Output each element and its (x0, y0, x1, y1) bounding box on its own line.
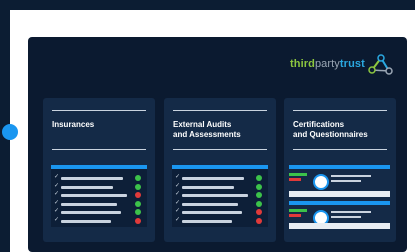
divider (293, 149, 387, 150)
status-ok-icon (256, 192, 262, 198)
row-text-placeholder (182, 185, 234, 189)
status-ok-icon (135, 183, 141, 190)
row-text-placeholder (61, 202, 117, 206)
card-title-certifications-line1: Certifications (293, 120, 345, 129)
check-icon: ✓ (54, 199, 60, 206)
card-title-audits-line1: External Audits (173, 120, 232, 129)
status-fail-icon (256, 217, 262, 224)
row-text-placeholder (182, 202, 238, 206)
checklist-row: ✓ (175, 199, 265, 208)
check-icon: ✓ (54, 191, 60, 197)
panel-header-bar (51, 165, 147, 169)
text-line (331, 175, 371, 177)
check-icon: ✓ (175, 191, 181, 197)
row-text-placeholder (61, 194, 127, 197)
check-icon: ✓ (54, 174, 60, 180)
divider (173, 110, 267, 111)
card-title-insurances: Insurances (52, 120, 95, 129)
checklist-row: ✓ (54, 182, 144, 191)
thirdpartytrust-logo: thirdpartytrust (290, 50, 394, 78)
row-text-placeholder (61, 177, 123, 180)
status-ok-icon (135, 200, 141, 207)
status-fail-icon (135, 192, 141, 198)
check-icon: ✓ (175, 182, 181, 189)
checklist-row: ✓ (175, 182, 265, 191)
cert-divider (289, 223, 390, 229)
certificate-badge (313, 174, 329, 190)
divider (52, 149, 146, 150)
panel-header-bar (172, 165, 268, 169)
certifications-illustration (289, 165, 390, 229)
status-fail-icon (256, 209, 262, 215)
status-flag (289, 173, 307, 176)
row-text-placeholder (182, 194, 248, 197)
check-icon: ✓ (175, 216, 181, 223)
status-flag (289, 178, 301, 181)
row-text-placeholder (182, 219, 232, 223)
row-text-placeholder (61, 219, 111, 223)
checklist-row: ✓ (54, 216, 144, 225)
row-text-placeholder (182, 211, 242, 214)
cert-header-bar (289, 201, 390, 205)
text-line (331, 216, 361, 218)
status-ok-icon (256, 200, 262, 207)
text-line (331, 180, 361, 182)
card-title-audits-line2: and Assessments (173, 130, 241, 139)
divider (52, 110, 146, 111)
text-line (331, 211, 371, 213)
cert-divider (289, 191, 390, 197)
check-icon: ✓ (175, 174, 181, 180)
card-title-certifications-line2: and Questionnaires (293, 130, 368, 139)
check-icon: ✓ (175, 208, 181, 214)
logo-text: thirdpartytrust (290, 58, 365, 70)
checklist-row: ✓ (175, 174, 265, 182)
status-ok-icon (135, 175, 141, 181)
cert-header-bar (289, 165, 390, 169)
audits-checklist: ✓ ✓ ✓ ✓ ✓ ✓ (172, 165, 268, 227)
check-icon: ✓ (54, 208, 60, 214)
status-flag (289, 214, 301, 217)
checklist-row: ✓ (54, 174, 144, 182)
checklist-row: ✓ (54, 199, 144, 208)
checklist-row: ✓ (175, 216, 265, 225)
status-ok-icon (256, 183, 262, 190)
row-text-placeholder (61, 211, 121, 214)
divider (293, 110, 387, 111)
checklist-row: ✓ (54, 191, 144, 199)
status-ok-icon (256, 175, 262, 181)
insurances-checklist: ✓ ✓ ✓ ✓ ✓ ✓ (51, 165, 147, 227)
checklist-row: ✓ (175, 208, 265, 216)
timeline-marker (2, 124, 18, 140)
check-icon: ✓ (54, 182, 60, 189)
check-icon: ✓ (54, 216, 60, 223)
status-flag (289, 209, 307, 212)
row-text-placeholder (61, 185, 113, 189)
row-text-placeholder (182, 177, 244, 180)
check-icon: ✓ (175, 199, 181, 206)
status-ok-icon (135, 209, 141, 215)
connected-nodes-icon (368, 54, 393, 75)
checklist-row: ✓ (175, 191, 265, 199)
status-fail-icon (135, 217, 141, 224)
divider (173, 149, 267, 150)
checklist-row: ✓ (54, 208, 144, 216)
